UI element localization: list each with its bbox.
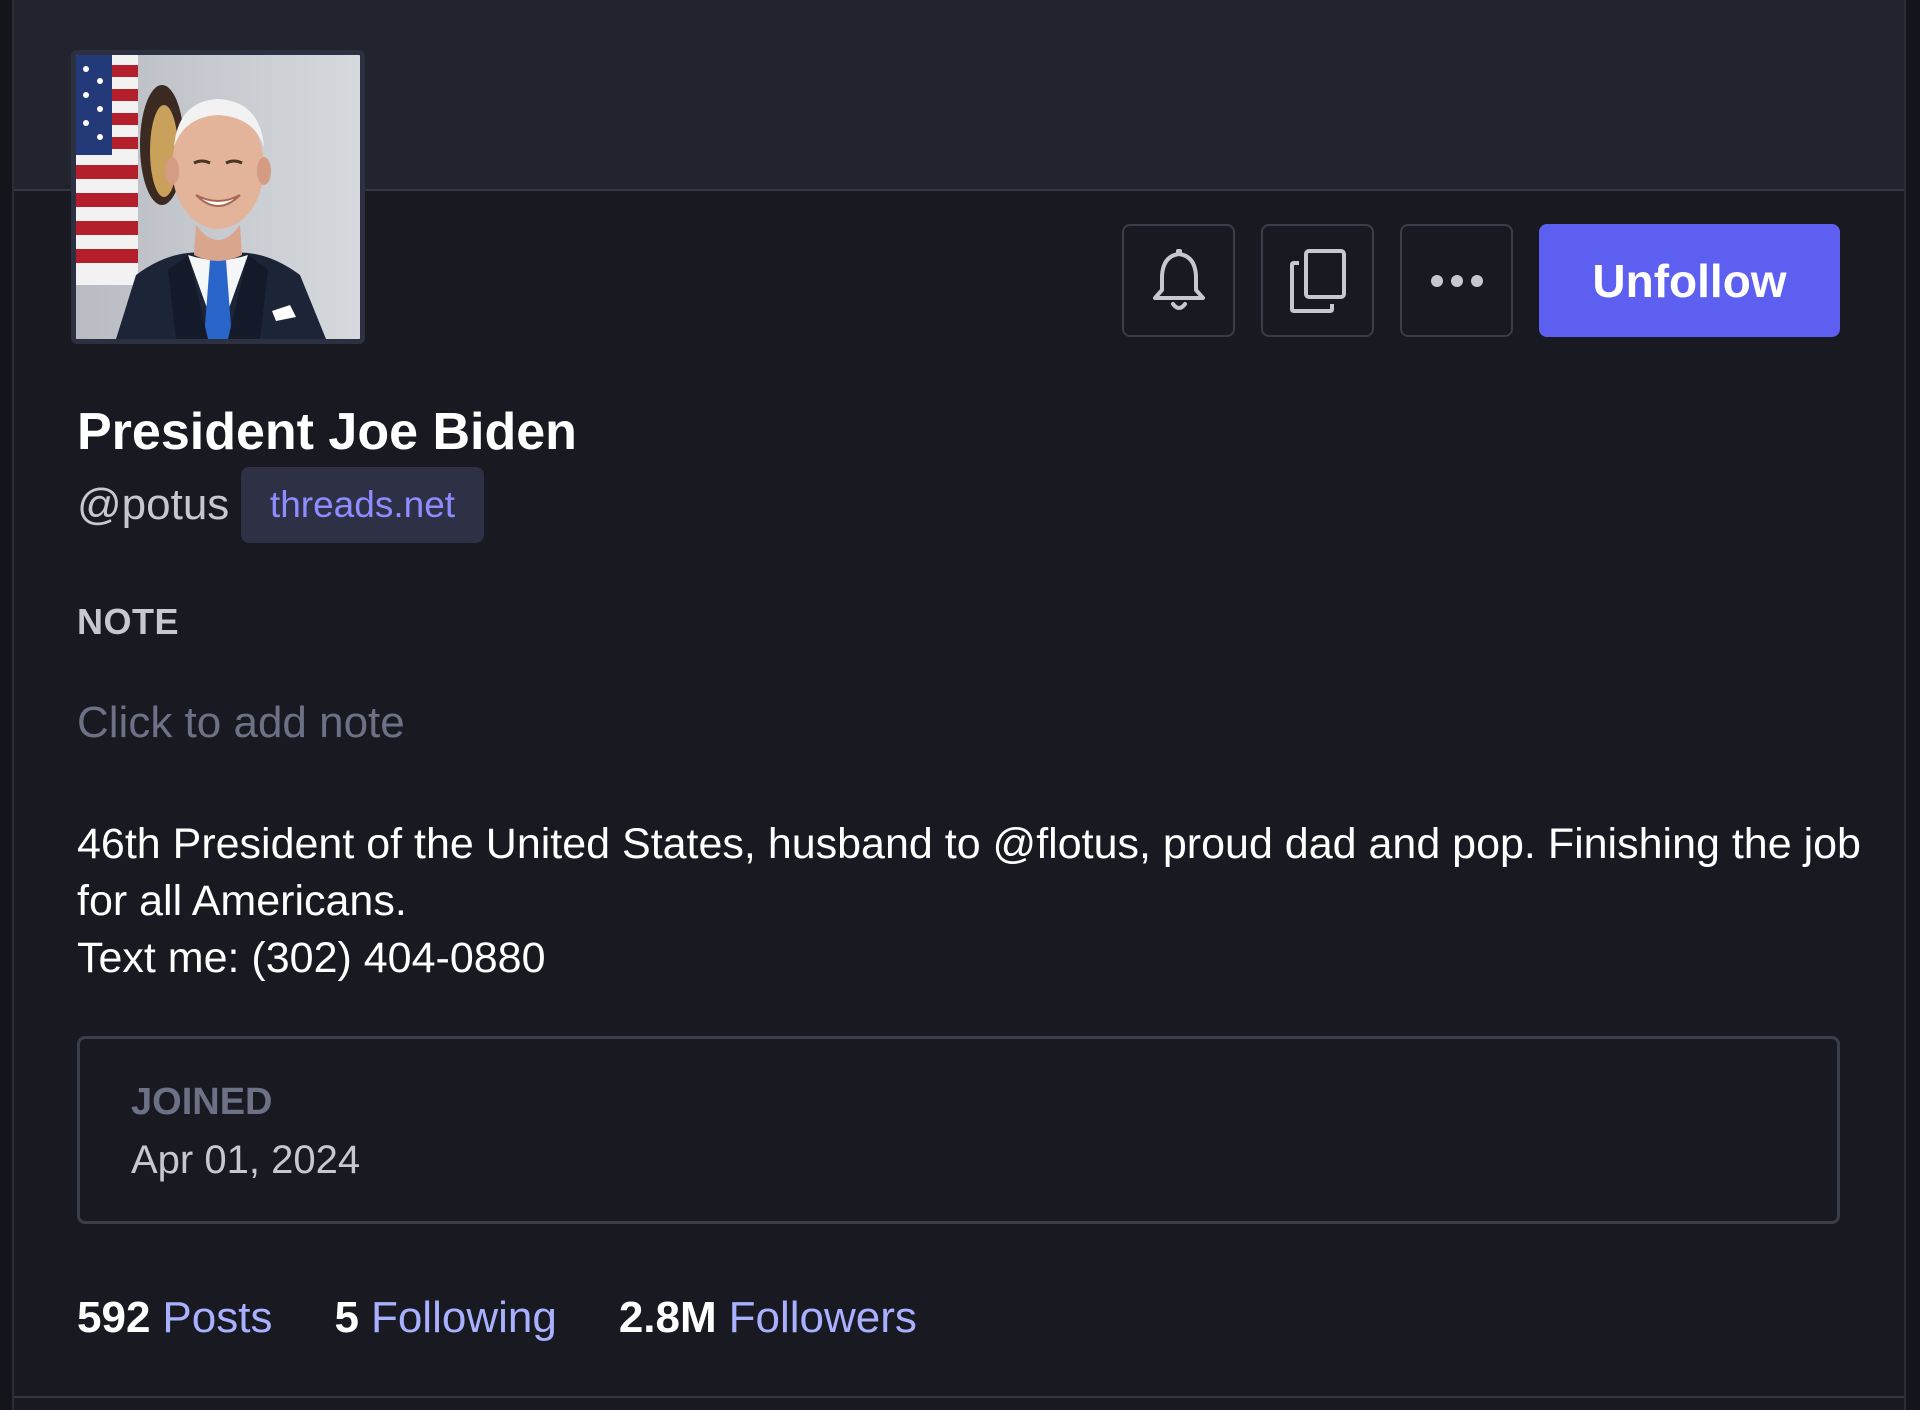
bio-line: Text me: (302) 404-0880 — [77, 934, 546, 982]
stat-value: 592 — [77, 1293, 151, 1342]
more-horizontal-icon — [1430, 274, 1483, 287]
avatar-portrait-image — [76, 55, 360, 339]
display-name: President Joe Biden — [77, 403, 577, 461]
more-options-button[interactable] — [1400, 224, 1513, 337]
divider — [14, 1396, 1904, 1398]
following-count-link[interactable]: 5 Following — [334, 1290, 556, 1346]
joined-date: Apr 01, 2024 — [131, 1138, 361, 1182]
bell-icon — [1152, 248, 1205, 310]
notification-button[interactable] — [1122, 224, 1235, 337]
instance-domain-badge[interactable]: threads.net — [241, 467, 484, 543]
copy-icon — [1289, 248, 1346, 313]
stat-label: Following — [370, 1293, 557, 1342]
username-handle: @potus — [77, 480, 230, 529]
left-panel-edge — [0, 0, 14, 1410]
copy-link-button[interactable] — [1261, 224, 1374, 337]
profile-stats: 592 Posts 5 Following 2.8M Followers — [77, 1290, 917, 1346]
profile-page: Unfollow President Joe Biden @potus thre… — [0, 0, 1920, 1410]
followers-count-link[interactable]: 2.8M Followers — [619, 1290, 917, 1346]
joined-label: JOINED — [131, 1081, 273, 1123]
note-input[interactable]: Click to add note — [77, 696, 405, 750]
stat-label: Followers — [728, 1293, 917, 1342]
stat-value: 5 — [334, 1293, 359, 1342]
bio-line: 46th President of the United States, hus… — [77, 820, 1861, 925]
avatar[interactable] — [71, 50, 365, 344]
joined-field: JOINED Apr 01, 2024 — [77, 1036, 1840, 1224]
posts-count-link[interactable]: 592 Posts — [77, 1290, 272, 1346]
note-label: NOTE — [77, 601, 180, 642]
profile-bio: 46th President of the United States, hus… — [77, 816, 1867, 987]
stat-value: 2.8M — [618, 1293, 717, 1342]
unfollow-button[interactable]: Unfollow — [1539, 224, 1840, 337]
right-panel-edge — [1904, 0, 1920, 1410]
stat-label: Posts — [162, 1293, 273, 1342]
